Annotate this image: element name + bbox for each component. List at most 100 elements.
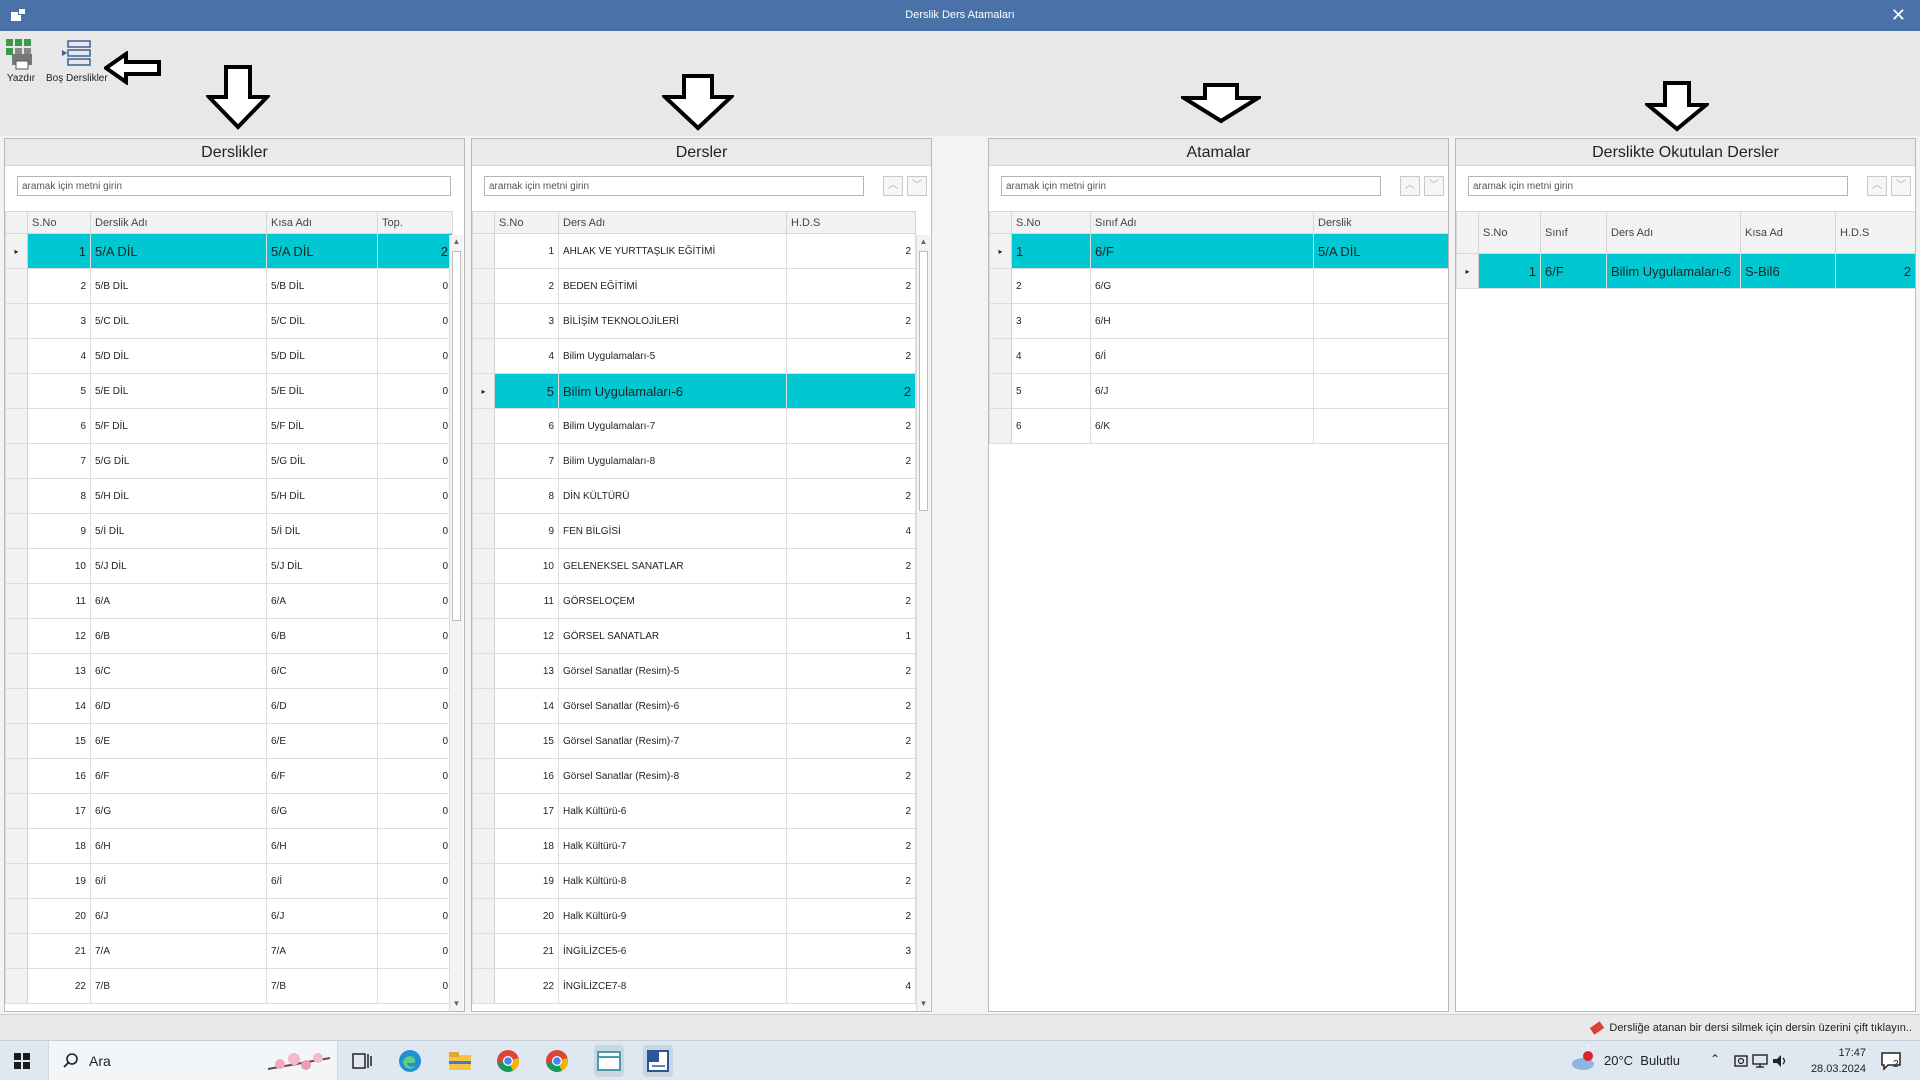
row-indicator[interactable] [5, 268, 28, 304]
row-indicator[interactable] [472, 233, 495, 269]
table-cell[interactable]: 6/K [1090, 408, 1314, 444]
table-row[interactable]: 10 5/J DİL 5/J DİL 0 [5, 548, 453, 584]
table-cell[interactable] [1313, 373, 1448, 409]
close-icon[interactable]: ✕ [1891, 5, 1906, 25]
table-cell[interactable]: Halk Kültürü-8 [558, 863, 787, 899]
row-indicator[interactable] [989, 303, 1012, 339]
table-cell[interactable]: 14 [494, 688, 559, 724]
table-cell[interactable]: 11 [494, 583, 559, 619]
table-cell[interactable]: GÖRSEL SANATLAR [558, 618, 787, 654]
search-input[interactable] [17, 176, 451, 196]
row-indicator[interactable] [5, 618, 28, 654]
table-cell[interactable]: 5 [494, 373, 559, 409]
row-indicator[interactable] [472, 793, 495, 829]
table-cell[interactable] [1313, 338, 1448, 374]
table-cell[interactable]: 5/F DİL [90, 408, 267, 444]
table-cell[interactable]: 6/A [90, 583, 267, 619]
row-indicator[interactable] [5, 688, 28, 724]
table-cell[interactable]: 7 [494, 443, 559, 479]
table-cell[interactable]: 18 [27, 828, 91, 864]
table-cell[interactable]: 18 [494, 828, 559, 864]
column-header[interactable]: S.No [494, 211, 559, 234]
column-header[interactable]: Ders Adı [558, 211, 787, 234]
table-cell[interactable]: 5/G DİL [266, 443, 378, 479]
table-row[interactable]: 12 6/B 6/B 0 [5, 618, 453, 654]
table-row[interactable]: 4 Bilim Uygulamaları-5 2 [472, 338, 916, 374]
column-header[interactable]: Derslik Adı [90, 211, 267, 234]
table-cell[interactable]: 0 [377, 723, 453, 759]
row-indicator[interactable] [5, 303, 28, 339]
table-row[interactable]: ▸ 5 Bilim Uygulamaları-6 2 [472, 373, 916, 409]
table-cell[interactable]: 6/J [1090, 373, 1314, 409]
table-cell[interactable]: 5/E DİL [266, 373, 378, 409]
table-row[interactable]: 13 6/C 6/C 0 [5, 653, 453, 689]
row-indicator[interactable] [989, 268, 1012, 304]
table-cell[interactable]: 17 [27, 793, 91, 829]
table-cell[interactable]: 5/H DİL [90, 478, 267, 514]
table-row[interactable]: 18 Halk Kültürü-7 2 [472, 828, 916, 864]
row-indicator[interactable] [472, 653, 495, 689]
table-cell[interactable]: 6/G [266, 793, 378, 829]
row-indicator[interactable] [5, 968, 28, 1004]
row-indicator[interactable]: ▸ [472, 373, 495, 409]
table-cell[interactable]: 2 [1011, 268, 1091, 304]
row-indicator[interactable] [5, 758, 28, 794]
table-cell[interactable]: 2 [786, 758, 916, 794]
table-cell[interactable]: 6/D [266, 688, 378, 724]
taskbar-search[interactable]: Ara [48, 1041, 338, 1080]
table-cell[interactable]: 3 [27, 303, 91, 339]
table-cell[interactable]: Halk Kültürü-6 [558, 793, 787, 829]
table-cell[interactable]: 9 [494, 513, 559, 549]
table-cell[interactable]: 0 [377, 338, 453, 374]
scroll-down-icon[interactable]: ▼ [917, 997, 930, 1011]
table-cell[interactable]: 5/B DİL [266, 268, 378, 304]
row-indicator[interactable] [472, 478, 495, 514]
table-cell[interactable]: 6/H [90, 828, 267, 864]
table-cell[interactable]: AHLAK VE YURTTAŞLIK EĞİTİMİ [558, 233, 787, 269]
table-cell[interactable]: 0 [377, 898, 453, 934]
table-cell[interactable]: 8 [27, 478, 91, 514]
table-row[interactable]: 5 5/E DİL 5/E DİL 0 [5, 373, 453, 409]
column-header[interactable]: S.No [1478, 211, 1541, 254]
table-cell[interactable]: 6/B [266, 618, 378, 654]
table-row[interactable]: 2 6/G [989, 268, 1448, 304]
column-header[interactable]: Top. [377, 211, 453, 234]
row-indicator[interactable] [5, 933, 28, 969]
table-row[interactable]: 16 6/F 6/F 0 [5, 758, 453, 794]
table-cell[interactable]: GELENEKSEL SANATLAR [558, 548, 787, 584]
table-cell[interactable]: 17 [494, 793, 559, 829]
row-indicator[interactable]: ▸ [1456, 253, 1479, 289]
table-cell[interactable]: 0 [377, 618, 453, 654]
table-row[interactable]: 11 GÖRSELOÇEM 2 [472, 583, 916, 619]
table-cell[interactable]: 6/E [266, 723, 378, 759]
table-cell[interactable]: 5/F DİL [266, 408, 378, 444]
table-row[interactable]: 8 5/H DİL 5/H DİL 0 [5, 478, 453, 514]
chevron-up-icon[interactable]: ⌃ [1710, 1052, 1720, 1066]
scroll-up-icon[interactable]: ▲ [450, 235, 463, 249]
table-row[interactable]: ▸ 1 6/F Bilim Uygulamaları-6 S-Bil6 2 [1456, 253, 1915, 289]
table-row[interactable]: 9 FEN BİLGİSİ 4 [472, 513, 916, 549]
table-cell[interactable]: DİN KÜLTÜRÜ [558, 478, 787, 514]
table-cell[interactable]: 5/C DİL [90, 303, 267, 339]
table-cell[interactable]: 13 [27, 653, 91, 689]
row-indicator[interactable] [472, 688, 495, 724]
table-row[interactable]: 6 6/K [989, 408, 1448, 444]
search-input[interactable] [484, 176, 864, 196]
table-cell[interactable]: 7 [27, 443, 91, 479]
row-indicator[interactable] [472, 863, 495, 899]
app-window-icon[interactable] [594, 1045, 624, 1077]
table-cell[interactable]: 5/A DİL [266, 233, 378, 269]
table-row[interactable]: 8 DİN KÜLTÜRÜ 2 [472, 478, 916, 514]
table-cell[interactable]: BEDEN EĞİTİMİ [558, 268, 787, 304]
table-cell[interactable]: GÖRSELOÇEM [558, 583, 787, 619]
table-row[interactable]: 10 GELENEKSEL SANATLAR 2 [472, 548, 916, 584]
table-cell[interactable]: 6/J [266, 898, 378, 934]
column-header[interactable]: Sınıf [1540, 211, 1607, 254]
table-cell[interactable]: 2 [786, 793, 916, 829]
table-row[interactable]: 17 Halk Kültürü-6 2 [472, 793, 916, 829]
row-indicator[interactable] [472, 968, 495, 1004]
table-cell[interactable]: FEN BİLGİSİ [558, 513, 787, 549]
scrollbar-thumb[interactable] [452, 251, 461, 621]
table-row[interactable]: 19 6/İ 6/İ 0 [5, 863, 453, 899]
table-row[interactable]: 14 Görsel Sanatlar (Resim)-6 2 [472, 688, 916, 724]
